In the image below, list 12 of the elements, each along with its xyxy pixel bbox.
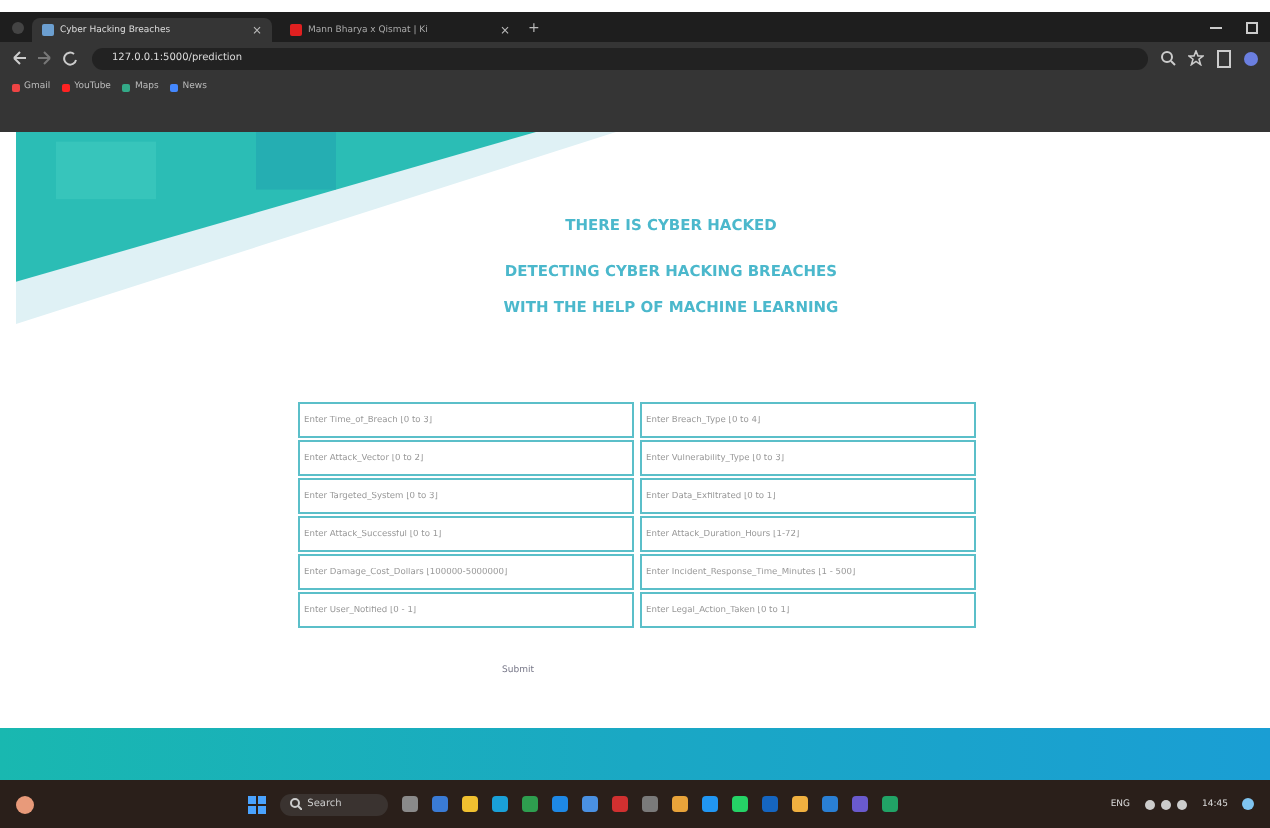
search-icon[interactable] bbox=[1160, 50, 1176, 66]
favicon-icon bbox=[290, 24, 302, 36]
search-icon bbox=[289, 798, 302, 810]
minimize-icon[interactable] bbox=[1210, 21, 1222, 33]
document-icon[interactable] bbox=[1216, 49, 1232, 67]
system-tray-icons-drawing[interactable] bbox=[1144, 797, 1189, 811]
star-icon[interactable] bbox=[1188, 50, 1204, 66]
start-icon[interactable] bbox=[247, 795, 266, 813]
navigation-icons-drawing[interactable] bbox=[12, 50, 80, 66]
profile-avatar[interactable] bbox=[1244, 51, 1258, 65]
maximize-icon[interactable] bbox=[1246, 21, 1258, 33]
favicon-icon bbox=[42, 24, 54, 36]
